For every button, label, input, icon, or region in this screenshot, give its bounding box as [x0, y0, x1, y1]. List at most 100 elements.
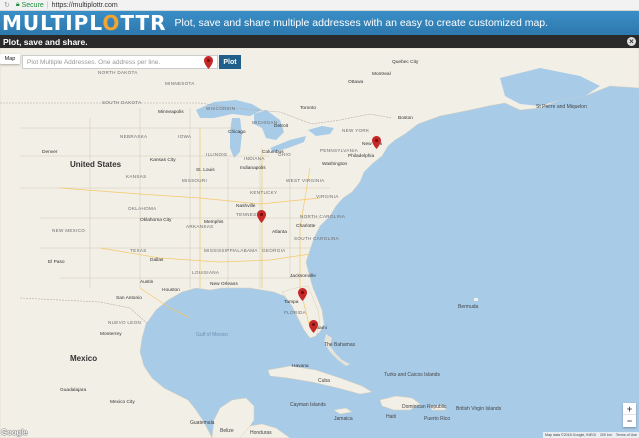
label-philadelphia: Philadelphia: [348, 154, 375, 159]
label-houston: Houston: [162, 288, 180, 293]
map-type-button[interactable]: Map: [0, 54, 20, 64]
label-cuba: Cuba: [318, 378, 330, 384]
logo-main: MULTIPL: [2, 11, 103, 35]
label-minneapolis: Minneapolis: [158, 110, 184, 115]
label-ga: GEORGIA: [262, 248, 286, 253]
label-ky: KENTUCKY: [250, 190, 278, 195]
label-pa: PENNSYLVANIA: [320, 148, 359, 153]
browser-address-bar: ↻ 🔒︎ Secure | https://multiplottr.com: [0, 0, 639, 11]
label-la: LOUISIANA: [192, 270, 220, 275]
map-marker-florida-south[interactable]: [309, 320, 318, 333]
map-marker-tennessee[interactable]: [257, 210, 266, 223]
label-nm: NEW MEXICO: [52, 228, 86, 233]
label-puertorico: Puerto Rico: [424, 416, 451, 422]
panel-title: Plot, save and share.: [3, 36, 88, 47]
label-ne: NEBRASKA: [120, 134, 148, 139]
label-haiti: Haiti: [386, 414, 397, 420]
label-montreal: Montreal: [372, 72, 391, 77]
label-neworleans: New Orleans: [210, 282, 238, 287]
logo-o: O: [102, 11, 121, 35]
label-bahamas: The Bahamas: [324, 342, 356, 348]
label-ottawa: Ottawa: [348, 80, 364, 85]
label-dallas: Dallas: [150, 258, 164, 263]
label-nashville: Nashville: [236, 204, 256, 209]
zoom-controls: + −: [623, 403, 636, 427]
label-sc: SOUTH CAROLINA: [294, 236, 340, 241]
label-havana: Havana: [292, 364, 309, 369]
map-attribution: Map data ©2018 Google, INEGI 200 km Term…: [543, 432, 639, 438]
separator: |: [46, 1, 49, 9]
label-charlotte: Charlotte: [296, 224, 316, 229]
app-header: MULTIPLOTTR Plot, save and share multipl…: [0, 11, 639, 35]
island-bermuda: [474, 298, 478, 301]
zoom-in-button[interactable]: +: [623, 403, 636, 415]
label-nc: NORTH CAROLINA: [300, 214, 346, 219]
zoom-out-button[interactable]: −: [623, 415, 636, 427]
label-monterrey: Monterrey: [100, 332, 122, 337]
label-ok: OKLAHOMA: [128, 206, 157, 211]
label-guatemala: Guatemala: [190, 420, 215, 426]
label-guadalajara: Guadalajara: [60, 388, 87, 393]
label-stlouis: St. Louis: [196, 168, 215, 173]
label-caymans: Cayman Islands: [290, 402, 326, 408]
label-mo: MISSOURI: [182, 178, 208, 183]
label-wv: WEST VIRGINIA: [286, 178, 325, 183]
label-indianapolis: Indianapolis: [240, 166, 266, 171]
label-sanantonio: San Antonio: [116, 296, 142, 301]
label-wi: WISCONSIN: [206, 106, 236, 111]
reload-icon[interactable]: ↻: [4, 1, 10, 9]
label-nl: NUEVO LEON: [108, 320, 142, 325]
label-memphis: Memphis: [204, 220, 224, 225]
label-ms: MISSISSIPPI: [204, 248, 235, 253]
label-mexico: Mexico: [70, 354, 98, 363]
label-austin: Austin: [140, 280, 154, 285]
label-mn: MINNESOTA: [165, 81, 195, 86]
label-ks: KANSAS: [126, 174, 147, 179]
label-columbus: Columbus: [262, 150, 284, 155]
address-input[interactable]: [22, 55, 218, 69]
label-toronto: Toronto: [300, 106, 316, 111]
map-marker-new-york[interactable]: [372, 136, 381, 149]
label-gulf: Gulf of Mexico: [196, 332, 228, 338]
attribution-data: Map data ©2018 Google, INEGI: [545, 433, 597, 437]
label-turks: Turks and Caicos Islands: [384, 372, 440, 378]
label-oklahomacity: Oklahoma City: [140, 218, 172, 223]
map[interactable]: United States Mexico NORTH DAKOTA SOUTH …: [0, 48, 639, 438]
label-united-states: United States: [70, 160, 122, 169]
plot-form: Plot: [22, 55, 241, 69]
label-tx: TEXAS: [130, 248, 147, 253]
label-mexicocity: Mexico City: [110, 400, 135, 405]
label-tampa: Tampa: [284, 300, 299, 305]
label-atlanta: Atlanta: [272, 230, 287, 235]
label-honduras: Honduras: [250, 430, 272, 436]
island-jamaica: [333, 407, 353, 415]
plot-button[interactable]: Plot: [219, 55, 241, 69]
label-quebec: Quebec City: [392, 60, 419, 65]
label-boston: Boston: [398, 116, 413, 121]
label-va: VIRGINIA: [316, 194, 339, 199]
url-text[interactable]: https://multiplottr.com: [52, 2, 118, 9]
input-marker-icon: [204, 55, 213, 69]
map-marker-florida-north[interactable]: [298, 288, 307, 301]
label-detroit: Detroit: [274, 124, 289, 129]
secure-label: Secure: [21, 1, 44, 9]
close-icon[interactable]: ×: [627, 37, 636, 46]
tagline: Plot, save and share multiple addresses …: [174, 17, 549, 29]
label-il: ILLINOIS: [206, 152, 228, 157]
lock-icon: 🔒︎: [15, 1, 20, 8]
logo-end: TTR: [120, 11, 167, 35]
attribution-scale: 200 km: [600, 433, 612, 437]
label-in: INDIANA: [244, 156, 265, 161]
multiplottr-logo[interactable]: MULTIPLOTTR: [2, 11, 167, 35]
panel-title-bar: Plot, save and share. ×: [0, 35, 639, 48]
label-washington: Washington: [322, 162, 348, 167]
google-logo: Google: [1, 428, 28, 437]
label-sd: SOUTH DAKOTA: [102, 100, 142, 105]
attribution-terms[interactable]: Terms of Use: [616, 433, 637, 437]
label-elpaso: El Paso: [48, 260, 65, 265]
label-ny: NEW YORK: [342, 128, 370, 133]
label-bermuda: Bermuda: [458, 304, 479, 310]
label-denver: Denver: [42, 150, 58, 155]
label-dominican: Dominican Republic: [402, 404, 447, 410]
label-ia: IOWA: [178, 134, 192, 139]
